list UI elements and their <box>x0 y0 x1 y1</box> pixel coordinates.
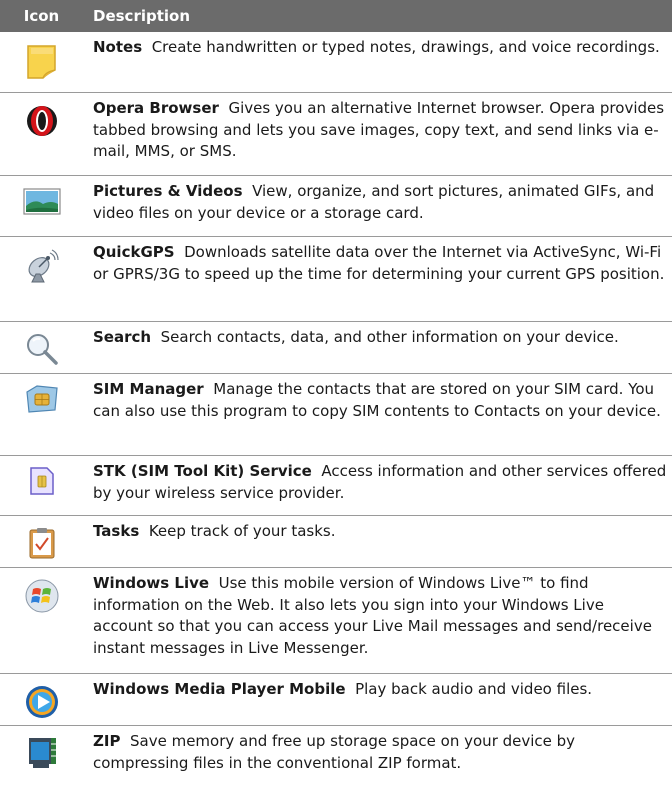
app-name: Windows Live <box>93 574 210 592</box>
app-name: QuickGPS <box>93 243 175 261</box>
app-name: STK (SIM Tool Kit) Service <box>93 462 312 480</box>
row-description: Notes Create handwritten or typed notes,… <box>83 32 672 92</box>
app-description: Create handwritten or typed notes, drawi… <box>151 38 660 56</box>
table-row: Windows Live Use this mobile version of … <box>0 568 672 674</box>
icon-column-header: Icon <box>23 7 60 25</box>
table-row: Tasks Keep track of your tasks. <box>0 516 672 568</box>
table-row: SIM Manager Manage the contacts that are… <box>0 374 672 456</box>
clipboard-check-icon <box>0 516 83 567</box>
description-column-header: Description <box>93 7 191 25</box>
app-name: Opera Browser <box>93 99 219 117</box>
row-description: SIM Manager Manage the contacts that are… <box>83 374 672 455</box>
table-row: ZIP Save memory and free up storage spac… <box>0 726 672 787</box>
app-name: ZIP <box>93 732 121 750</box>
sim-card-icon <box>0 456 83 515</box>
windows-live-icon <box>0 568 83 673</box>
app-name: Windows Media Player Mobile <box>93 680 346 698</box>
table-row: Search Search contacts, data, and other … <box>0 322 672 374</box>
media-player-icon <box>0 674 83 725</box>
row-description: Opera Browser Gives you an alternative I… <box>83 93 672 175</box>
table-row: Windows Media Player Mobile Play back au… <box>0 674 672 726</box>
row-description: STK (SIM Tool Kit) Service Access inform… <box>83 456 672 515</box>
pictures-icon <box>0 176 83 236</box>
app-description: Play back audio and video files. <box>355 680 593 698</box>
row-description: QuickGPS Downloads satellite data over t… <box>83 237 672 321</box>
opera-icon <box>0 93 83 175</box>
row-description: ZIP Save memory and free up storage spac… <box>83 726 672 787</box>
row-description: Pictures & Videos View, organize, and so… <box>83 176 672 236</box>
table-header: Icon Description <box>0 0 672 32</box>
table-row: Pictures & Videos View, organize, and so… <box>0 176 672 237</box>
app-description: Search contacts, data, and other informa… <box>160 328 619 346</box>
table-row: Notes Create handwritten or typed notes,… <box>0 32 672 93</box>
app-description: Keep track of your tasks. <box>148 522 336 540</box>
sim-manager-icon <box>0 374 83 455</box>
row-description: Windows Media Player Mobile Play back au… <box>83 674 672 725</box>
magnifier-icon <box>0 322 83 373</box>
app-description: Downloads satellite data over the Intern… <box>93 243 665 283</box>
app-name: Notes <box>93 38 143 56</box>
satellite-dish-icon <box>0 237 83 321</box>
zip-icon <box>0 726 83 787</box>
app-icon-table: Icon Description Notes Create handwritte… <box>0 0 672 787</box>
table-row: Opera Browser Gives you an alternative I… <box>0 93 672 176</box>
app-name: Tasks <box>93 522 140 540</box>
app-name: SIM Manager <box>93 380 204 398</box>
app-name: Pictures & Videos <box>93 182 243 200</box>
row-description: Tasks Keep track of your tasks. <box>83 516 672 567</box>
app-description: Save memory and free up storage space on… <box>93 732 576 772</box>
table-row: QuickGPS Downloads satellite data over t… <box>0 237 672 322</box>
row-description: Search Search contacts, data, and other … <box>83 322 672 373</box>
notes-icon <box>0 32 83 92</box>
table-row: STK (SIM Tool Kit) Service Access inform… <box>0 456 672 516</box>
row-description: Windows Live Use this mobile version of … <box>83 568 672 673</box>
app-name: Search <box>93 328 152 346</box>
